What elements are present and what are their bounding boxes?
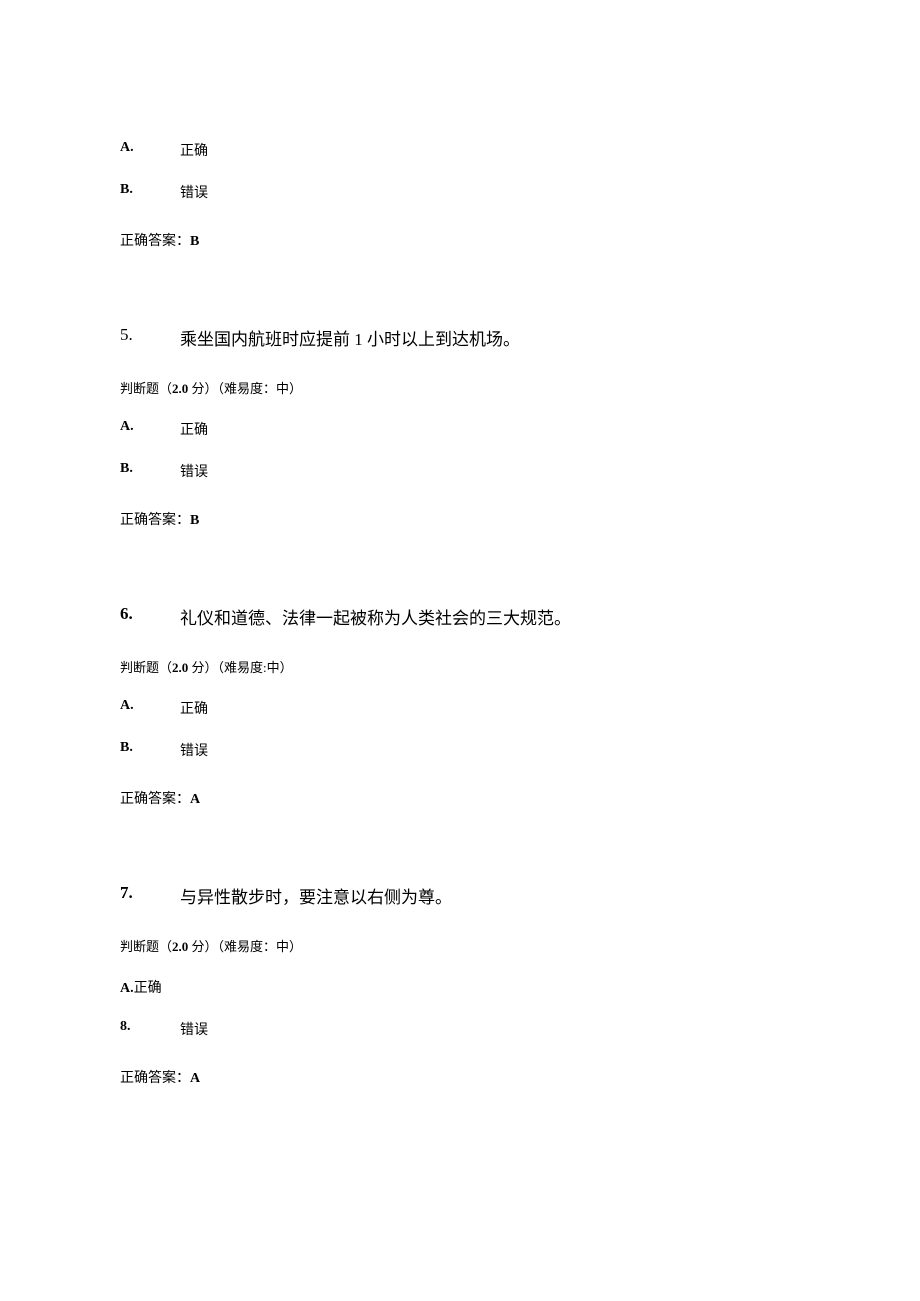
option-b-text: 错误 bbox=[180, 1019, 208, 1039]
question-meta: 判断题（2.0 分）（难易度：中） bbox=[120, 936, 800, 955]
question-number: 6. bbox=[120, 604, 180, 629]
option-b-label: B. bbox=[120, 182, 180, 202]
option-a-row: A. 正确 bbox=[120, 140, 800, 160]
option-a-text: 正确 bbox=[180, 140, 208, 160]
question-text: 礼仪和道德、法律一起被称为人类社会的三大规范。 bbox=[180, 604, 571, 629]
question-6: 6. 礼仪和道德、法律一起被称为人类社会的三大规范。 判断题（2.0 分）（难易… bbox=[120, 604, 800, 808]
option-b-label: B. bbox=[120, 740, 180, 760]
answer-label: 正确答案： bbox=[120, 792, 190, 807]
meta-prefix: 判断题（ bbox=[120, 381, 172, 396]
option-a-label: A. bbox=[120, 419, 180, 439]
question-number: 5. bbox=[120, 325, 180, 350]
question-title: 7. 与异性散步时，要注意以右侧为尊。 bbox=[120, 883, 800, 908]
question-number: 7. bbox=[120, 883, 180, 908]
option-b-text: 错误 bbox=[180, 461, 208, 481]
answer-line: 正确答案：B bbox=[120, 230, 800, 250]
answer-label: 正确答案： bbox=[120, 234, 190, 249]
answer-line: 正确答案：A bbox=[120, 1067, 800, 1087]
option-a-text: 正确 bbox=[180, 698, 208, 718]
option-b-text: 错误 bbox=[180, 182, 208, 202]
option-a-row: A.正确 bbox=[120, 977, 800, 997]
option-a-row: A. 正确 bbox=[120, 419, 800, 439]
answer-line: 正确答案：B bbox=[120, 509, 800, 529]
meta-prefix: 判断题（ bbox=[120, 939, 172, 954]
meta-score: 2.0 bbox=[172, 939, 188, 954]
option-b-row: B. 错误 bbox=[120, 740, 800, 760]
question-text: 乘坐国内航班时应提前 1 小时以上到达机场。 bbox=[180, 325, 520, 350]
answer-line: 正确答案：A bbox=[120, 788, 800, 808]
option-a-text: 正确 bbox=[134, 981, 162, 996]
option-b-row: B. 错误 bbox=[120, 461, 800, 481]
option-b-label: B. bbox=[120, 461, 180, 481]
option-b-label: 8. bbox=[120, 1019, 180, 1039]
question-title: 5. 乘坐国内航班时应提前 1 小时以上到达机场。 bbox=[120, 325, 800, 350]
question-meta: 判断题（2.0 分）（难易度：中） bbox=[120, 378, 800, 397]
option-b-row: 8. 错误 bbox=[120, 1019, 800, 1039]
option-a-row: A. 正确 bbox=[120, 698, 800, 718]
answer-label: 正确答案： bbox=[120, 513, 190, 528]
question-5: 5. 乘坐国内航班时应提前 1 小时以上到达机场。 判断题（2.0 分）（难易度… bbox=[120, 325, 800, 529]
option-a-text: 正确 bbox=[180, 419, 208, 439]
option-a-label: A. bbox=[120, 140, 180, 160]
question-title: 6. 礼仪和道德、法律一起被称为人类社会的三大规范。 bbox=[120, 604, 800, 629]
question-4-partial: A. 正确 B. 错误 正确答案：B bbox=[120, 140, 800, 250]
answer-value: B bbox=[190, 234, 199, 249]
answer-value: A bbox=[190, 792, 200, 807]
answer-value: B bbox=[190, 513, 199, 528]
option-a-label: A. bbox=[120, 698, 180, 718]
answer-value: A bbox=[190, 1071, 200, 1086]
option-b-row: B. 错误 bbox=[120, 182, 800, 202]
meta-score: 2.0 bbox=[172, 660, 188, 675]
meta-suffix: 分）（难易度:中） bbox=[188, 660, 292, 675]
meta-suffix: 分）（难易度：中） bbox=[188, 381, 302, 396]
question-meta: 判断题（2.0 分）（难易度:中） bbox=[120, 657, 800, 676]
meta-prefix: 判断题（ bbox=[120, 660, 172, 675]
option-b-text: 错误 bbox=[180, 740, 208, 760]
answer-label: 正确答案： bbox=[120, 1071, 190, 1086]
meta-score: 2.0 bbox=[172, 381, 188, 396]
option-a-label: A. bbox=[120, 981, 134, 996]
meta-suffix: 分）（难易度：中） bbox=[188, 939, 302, 954]
question-7: 7. 与异性散步时，要注意以右侧为尊。 判断题（2.0 分）（难易度：中） A.… bbox=[120, 883, 800, 1087]
question-text: 与异性散步时，要注意以右侧为尊。 bbox=[180, 883, 452, 908]
